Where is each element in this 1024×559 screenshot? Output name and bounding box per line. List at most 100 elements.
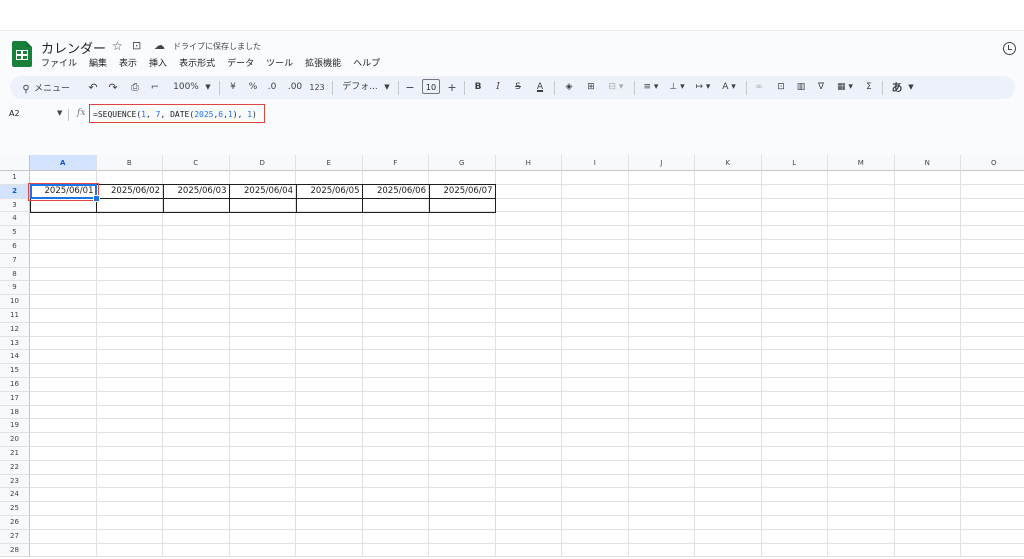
row-header-8[interactable]: 8 — [0, 267, 30, 282]
row-header-19[interactable]: 19 — [0, 419, 30, 434]
vertical-align-icon[interactable]: ⊥ ▾ — [666, 76, 688, 99]
insert-link-icon[interactable]: ∞ — [752, 76, 766, 99]
column-header-j[interactable]: J — [628, 155, 695, 171]
insert-chart-icon[interactable]: ▥ — [794, 76, 808, 99]
column-header-a[interactable]: A — [30, 155, 97, 171]
menu-edit[interactable]: 編集 — [89, 56, 107, 70]
row-header-1[interactable]: 1 — [0, 171, 30, 185]
cell-d2[interactable]: 2025/06/04 — [230, 185, 297, 199]
row-header-6[interactable]: 6 — [0, 240, 30, 254]
redo-icon[interactable]: ↷ — [106, 76, 120, 99]
row-header-5[interactable]: 5 — [0, 226, 30, 240]
increase-font-size-icon[interactable]: + — [446, 76, 458, 99]
text-rotation-icon[interactable]: A ▾ — [718, 76, 740, 99]
row-header-27[interactable]: 27 — [0, 529, 30, 544]
zoom-select[interactable]: 100% — [170, 76, 202, 99]
decrease-font-size-icon[interactable]: − — [404, 76, 416, 99]
spreadsheet-grid[interactable]: A B C D E F G H I J K L M N O 1 2 3 4 5 6 7 8 9 10 11 12 13 14 15 16 17… — [0, 155, 1024, 559]
print-icon[interactable]: ⎙ — [128, 76, 142, 99]
italic-button[interactable]: I — [492, 76, 504, 99]
column-header-b[interactable]: B — [96, 155, 163, 171]
row-header-20[interactable]: 20 — [0, 433, 30, 447]
sheets-logo-icon[interactable] — [12, 41, 32, 67]
currency-format-button[interactable]: ¥ — [226, 76, 240, 99]
row-header-9[interactable]: 9 — [0, 281, 30, 296]
menu-extensions[interactable]: 拡張機能 — [305, 56, 341, 70]
cell-e2[interactable]: 2025/06/05 — [296, 185, 363, 199]
font-select[interactable]: デフォ... — [340, 76, 380, 99]
column-header-g[interactable]: G — [429, 155, 496, 171]
row-header-2[interactable]: 2 — [0, 184, 30, 199]
chevron-down-icon[interactable]: ▼ — [203, 76, 213, 99]
row-header-24[interactable]: 24 — [0, 488, 30, 503]
fill-handle[interactable] — [93, 195, 100, 203]
name-box[interactable]: A2 — [9, 109, 20, 118]
decrease-decimal-button[interactable]: .0 — [264, 76, 280, 99]
menu-view[interactable]: 表示 — [119, 56, 137, 70]
row-header-16[interactable]: 16 — [0, 378, 30, 392]
row-header-28[interactable]: 28 — [0, 543, 30, 558]
version-history-icon[interactable] — [1003, 42, 1016, 55]
menu-help[interactable]: ヘルプ — [353, 56, 380, 70]
row-header-23[interactable]: 23 — [0, 474, 30, 489]
row-header-11[interactable]: 11 — [0, 309, 30, 323]
chevron-down-icon[interactable]: ▼ — [382, 76, 392, 99]
menu-data[interactable]: データ — [227, 56, 254, 70]
input-tools-button[interactable]: あ — [890, 76, 904, 99]
row-header-7[interactable]: 7 — [0, 253, 30, 268]
column-header-f[interactable]: F — [362, 155, 429, 171]
undo-icon[interactable]: ↶ — [86, 76, 100, 99]
borders-icon[interactable]: ⊞ — [584, 76, 598, 99]
strikethrough-icon[interactable]: S — [512, 76, 524, 99]
insert-comment-icon[interactable]: ⊡ — [774, 76, 788, 99]
cell-c2[interactable]: 2025/06/03 — [163, 185, 230, 199]
fill-color-icon[interactable]: ◈ — [562, 76, 576, 99]
column-header-m[interactable]: M — [828, 155, 895, 171]
star-icon[interactable]: ☆ — [112, 39, 123, 53]
row-header-26[interactable]: 26 — [0, 516, 30, 530]
row-header-15[interactable]: 15 — [0, 364, 30, 378]
menu-format[interactable]: 表示形式 — [179, 56, 215, 70]
cell-b2[interactable]: 2025/06/02 — [97, 185, 164, 199]
row-header-12[interactable]: 12 — [0, 322, 30, 337]
text-wrapping-icon[interactable]: ↦ ▾ — [692, 76, 714, 99]
filter-views-icon[interactable]: ▦ ▾ — [834, 76, 856, 99]
functions-button[interactable]: Σ — [862, 76, 876, 99]
merge-cells-icon[interactable]: ⊟ ▾ — [604, 76, 628, 99]
column-header-o[interactable]: O — [961, 155, 1024, 171]
chevron-down-icon[interactable]: ▼ — [57, 109, 62, 117]
column-header-c[interactable]: C — [163, 155, 230, 171]
row-header-22[interactable]: 22 — [0, 460, 30, 475]
increase-decimal-button[interactable]: .00 — [286, 76, 304, 99]
column-header-h[interactable]: H — [495, 155, 562, 171]
chevron-down-icon[interactable]: ▼ — [906, 76, 916, 99]
move-folder-icon[interactable]: ⊡ — [132, 39, 141, 52]
column-header-l[interactable]: L — [761, 155, 828, 171]
row-header-14[interactable]: 14 — [0, 350, 30, 365]
row-header-25[interactable]: 25 — [0, 502, 30, 516]
column-header-d[interactable]: D — [229, 155, 296, 171]
cell-f2[interactable]: 2025/06/06 — [363, 185, 430, 199]
menu-insert[interactable]: 挿入 — [149, 56, 167, 70]
search-menus[interactable]: ⚲ メニュー — [14, 78, 80, 97]
column-header-n[interactable]: N — [894, 155, 961, 171]
document-title[interactable]: カレンダー — [41, 38, 106, 57]
font-size-input[interactable]: 10 — [422, 79, 440, 94]
row-header-10[interactable]: 10 — [0, 295, 30, 309]
menu-tools[interactable]: ツール — [266, 56, 293, 70]
column-header-e[interactable]: E — [296, 155, 363, 171]
horizontal-align-icon[interactable]: ≡ ▾ — [640, 76, 662, 99]
cell-g2[interactable]: 2025/06/07 — [429, 185, 496, 199]
percent-format-button[interactable]: % — [246, 76, 260, 99]
row-header-21[interactable]: 21 — [0, 447, 30, 461]
bold-button[interactable]: B — [472, 76, 484, 99]
select-all-corner[interactable] — [0, 155, 30, 171]
row-header-3[interactable]: 3 — [0, 198, 30, 213]
row-header-13[interactable]: 13 — [0, 336, 30, 351]
row-header-17[interactable]: 17 — [0, 391, 30, 406]
paint-format-icon[interactable]: ⌐ — [148, 76, 162, 99]
menu-file[interactable]: ファイル — [41, 56, 77, 70]
filter-icon[interactable]: ∇ — [814, 76, 828, 99]
column-header-k[interactable]: K — [695, 155, 762, 171]
number-format-button[interactable]: 123 — [308, 76, 326, 99]
